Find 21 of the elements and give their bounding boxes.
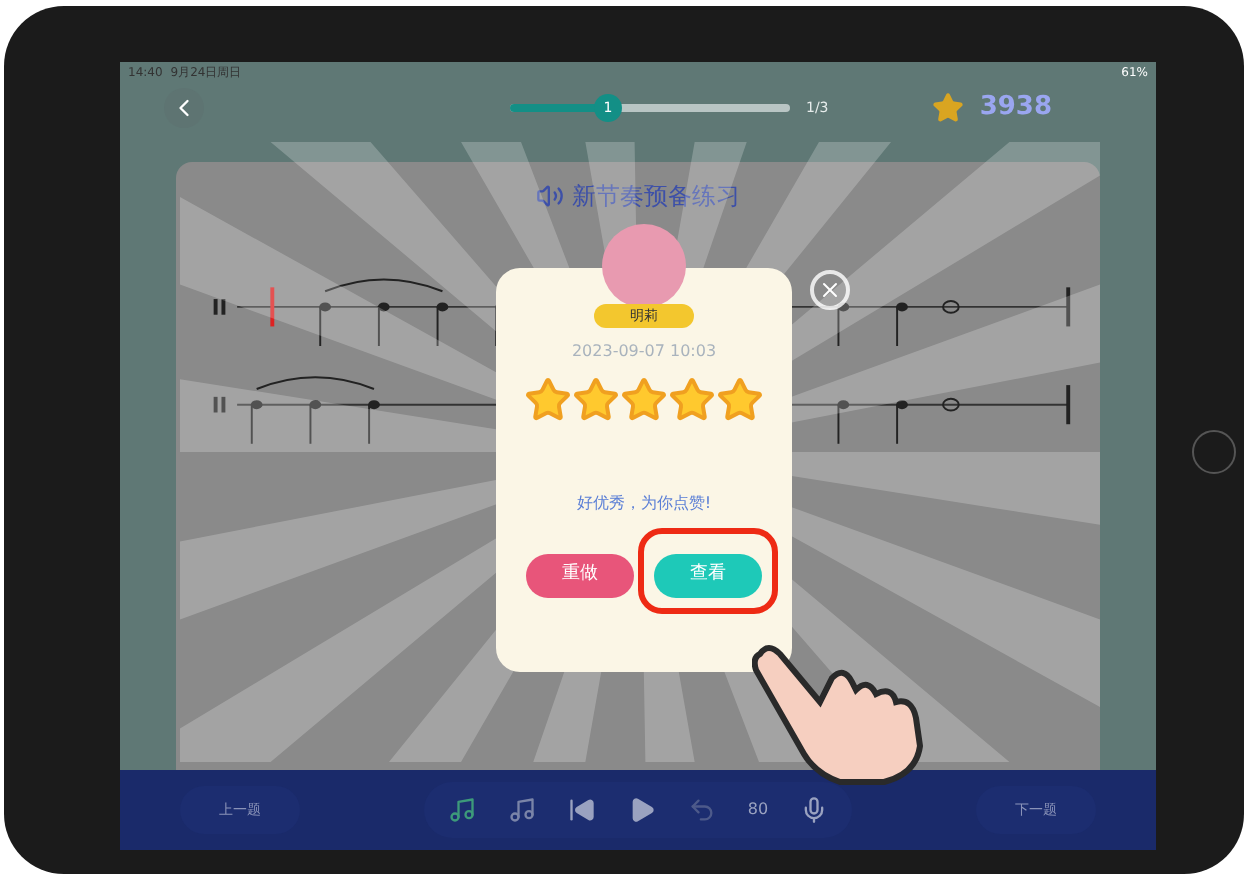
speaker-icon: [536, 182, 564, 210]
back-button[interactable]: [164, 88, 204, 128]
star-icon: [931, 92, 964, 124]
rating-star-icon: [620, 376, 668, 424]
score-value: 3938: [979, 90, 1052, 127]
rating-star-icon: [668, 376, 716, 424]
rating-star-icon: [524, 376, 572, 424]
home-button-icon: [1192, 430, 1236, 474]
rating-star-icon: [572, 376, 620, 424]
close-icon: [818, 278, 842, 302]
skip-back-icon: [567, 796, 596, 824]
microphone-icon: [800, 796, 829, 824]
result-message: 好优秀，为你点赞!: [576, 492, 712, 516]
exercise-title: 新节奏预备练习: [572, 180, 740, 214]
close-button[interactable]: [810, 270, 850, 310]
rating-star-icon: [716, 376, 764, 424]
undo-icon: [687, 796, 716, 824]
redo-button[interactable]: 重做: [526, 553, 634, 598]
play-icon: [627, 796, 656, 824]
result-time: 2023-09-07 10:03: [571, 340, 717, 364]
tempo-value[interactable]: 80: [747, 798, 769, 822]
